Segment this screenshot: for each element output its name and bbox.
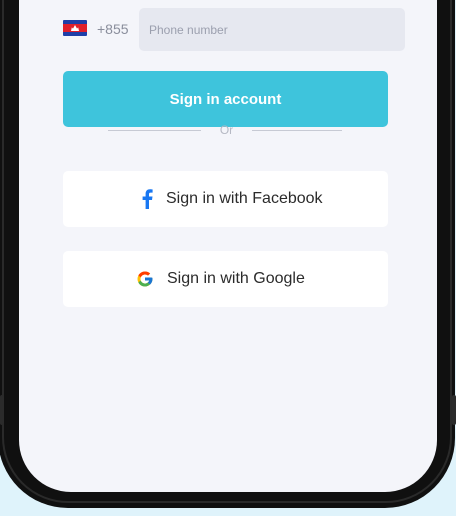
facebook-sign-in-button[interactable]: Sign in with Facebook [63, 171, 388, 227]
facebook-icon [142, 189, 153, 209]
login-screen: +855 Sign in account Or Sign in with Fac… [19, 0, 437, 492]
google-button-label: Sign in with Google [167, 270, 305, 287]
facebook-button-label: Sign in with Facebook [166, 190, 323, 207]
sign-in-button[interactable]: Sign in account [63, 71, 388, 127]
phone-side-button [0, 395, 4, 425]
phone-number-input[interactable] [139, 8, 405, 51]
or-label: Or [219, 123, 234, 137]
cambodia-flag-icon[interactable] [63, 20, 87, 36]
google-icon [137, 271, 153, 287]
divider-line-left [108, 130, 201, 131]
stage: +855 Sign in account Or Sign in with Fac… [0, 0, 456, 516]
phone-number-row: +855 [63, 4, 407, 51]
divider-line-right [252, 130, 342, 131]
country-code[interactable]: +855 [97, 20, 129, 38]
facebook-button-content: Sign in with Facebook [141, 171, 323, 227]
or-divider: Or [63, 123, 388, 137]
google-sign-in-button[interactable]: Sign in with Google [63, 251, 388, 307]
google-button-content: Sign in with Google [136, 251, 305, 307]
phone-side-button [452, 395, 456, 425]
